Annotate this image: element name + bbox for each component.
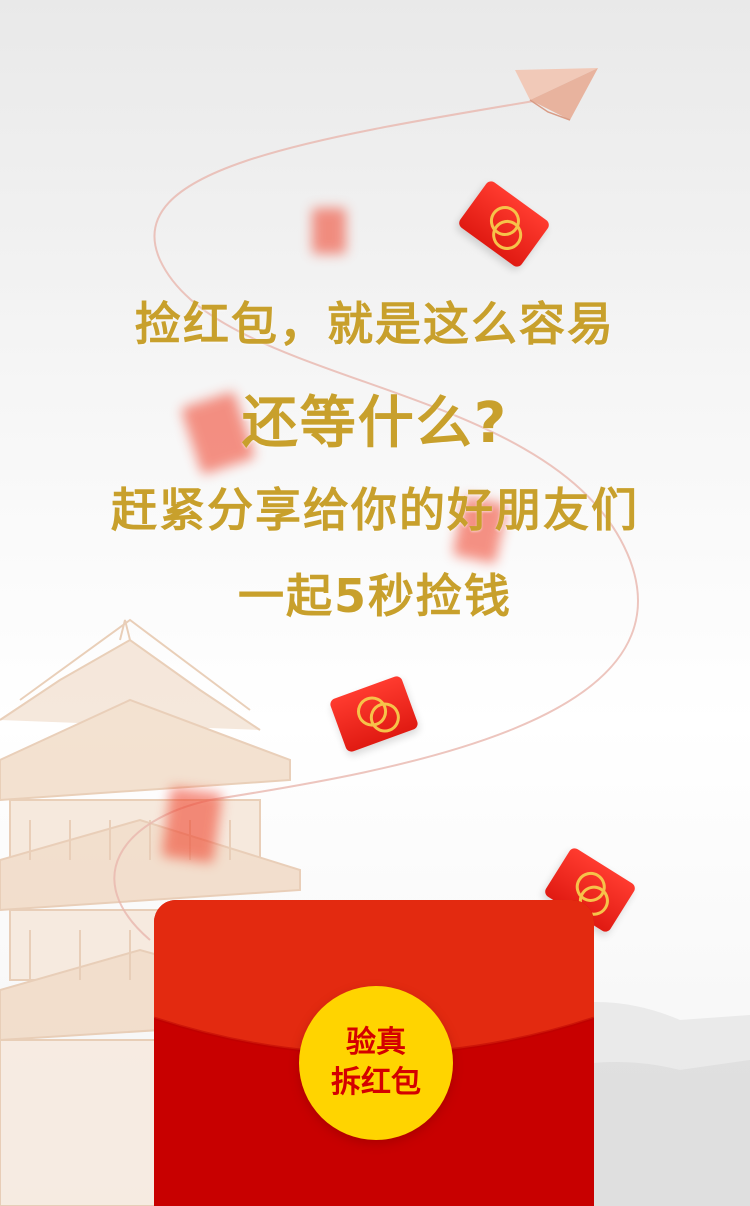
paper-plane-icon — [515, 68, 598, 121]
headline-line-4: 一起5秒捡钱 — [237, 569, 512, 623]
red-envelope-blurred-4 — [161, 786, 223, 864]
open-red-envelope-button[interactable]: 验真 拆红包 — [299, 986, 453, 1140]
page: 捡红包，就是这么容易 还等什么? 赶紧分享给你的好朋友们 一起5秒捡钱 验真 拆… — [0, 0, 750, 1206]
headline-line-3: 赶紧分享给你的好朋友们 — [111, 483, 639, 537]
headline-line-2: 还等什么? — [241, 391, 509, 456]
headline-line-1: 捡红包，就是这么容易 — [135, 297, 615, 351]
button-label-line-1: 验真 — [346, 1025, 406, 1060]
button-label-line-2: 拆红包 — [331, 1065, 421, 1100]
red-envelope-blurred-1 — [312, 208, 346, 254]
